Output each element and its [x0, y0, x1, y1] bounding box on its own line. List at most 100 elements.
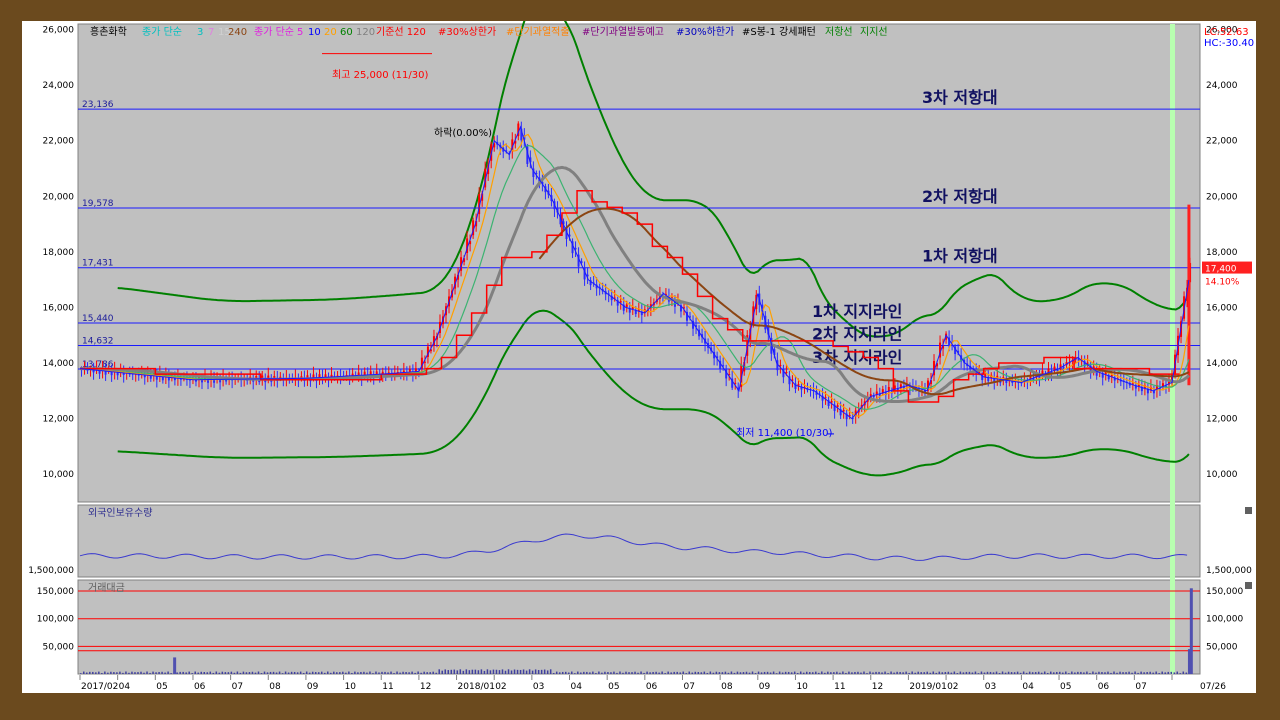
volume-bar: [1080, 671, 1082, 674]
chart-window: 23,136 3차 저항대 19,578 2차 저항대 17,431 1차 저항대 15,4…: [22, 0, 1256, 693]
legend-ma-5: 5: [297, 27, 303, 38]
reference-value: 19,578: [82, 199, 114, 209]
volume-bar: [857, 671, 859, 674]
volume-bar: [592, 671, 594, 674]
volume-bar: [812, 672, 814, 674]
volume-bar: [269, 671, 272, 674]
legend-item-4: #30%하한가: [676, 25, 734, 38]
volume-bar: [1176, 671, 1179, 674]
volume-bar: [561, 671, 564, 674]
legend-item-3: #단기과열발동예고: [582, 26, 664, 38]
volume-panel-bg: [77, 579, 1201, 675]
volume-bar: [531, 670, 534, 674]
volume-bar: [839, 672, 841, 674]
volume-bar: [480, 669, 483, 674]
volume-bar: [543, 669, 546, 674]
volume-bar: [893, 672, 895, 674]
volume-bar: [860, 672, 862, 674]
volume-bar: [324, 672, 326, 674]
volume-y-tick-left: 150,000: [37, 587, 74, 597]
volume-bar: [622, 672, 624, 674]
volume-bar: [293, 671, 296, 674]
volume-bar: [299, 671, 302, 674]
candle-body: [830, 400, 833, 403]
volume-bar: [706, 672, 709, 674]
volume-bar: [456, 670, 459, 674]
price-y-tick-right: 10,000: [1206, 470, 1238, 480]
volume-bar: [842, 671, 844, 674]
volume-bar: [730, 671, 733, 674]
volume-bar: [333, 671, 335, 674]
volume-bar: [721, 672, 724, 674]
volume-bar: [643, 672, 645, 674]
volume-bar: [420, 672, 422, 674]
volume-bar: [1025, 672, 1028, 674]
x-tick-label: 04: [1022, 682, 1034, 692]
volume-bar: [402, 671, 404, 674]
volume-bar: [1059, 671, 1061, 674]
price-y-tick-right: 12,000: [1206, 415, 1238, 425]
volume-bar: [125, 671, 127, 674]
volume-bar: [236, 671, 239, 674]
volume-bar: [104, 671, 106, 674]
volume-bar: [411, 671, 413, 674]
volume-bar: [869, 671, 871, 674]
volume-bar: [182, 671, 184, 674]
volume-bar: [260, 673, 263, 674]
volume-bar: [507, 669, 510, 674]
volume-bar: [1053, 672, 1055, 674]
volume-bar: [263, 671, 266, 674]
volume-bar: [968, 671, 971, 674]
volume-bar: [441, 670, 443, 674]
reference-name: 1차 지지라인: [812, 302, 902, 321]
price-y-tick-right: 18,000: [1206, 248, 1238, 258]
volume-bar: [534, 669, 537, 674]
volume-bar: [435, 672, 437, 674]
volume-bar: [824, 672, 826, 674]
volume-bar: [748, 672, 751, 674]
volume-bar: [697, 671, 700, 674]
drop-annotation: 하락(0.00%): [434, 126, 492, 139]
volume-bar: [911, 671, 913, 674]
foreign-panel-max-button[interactable]: [1245, 507, 1252, 514]
current-day-highlight: [1170, 24, 1175, 674]
current-price: 17,400: [1205, 265, 1237, 275]
volume-bar: [607, 672, 609, 674]
volume-bar: [417, 671, 419, 674]
volume-bar: [116, 672, 118, 674]
volume-panel-max-button[interactable]: [1245, 582, 1252, 589]
volume-bar: [733, 672, 736, 674]
volume-bar: [357, 672, 359, 674]
volume-bar: [1110, 672, 1112, 674]
volume-bar: [372, 673, 374, 674]
volume-bar: [564, 671, 567, 674]
price-y-tick-left: 14,000: [43, 359, 75, 369]
stock-chart[interactable]: 23,136 3차 저항대 19,578 2차 저항대 17,431 1차 저항대 15,4…: [22, 0, 1256, 693]
x-tick-label: 04: [119, 682, 131, 692]
x-tick-label: 12: [872, 682, 883, 692]
volume-bar: [492, 669, 495, 674]
price-y-tick-right: 24,000: [1206, 81, 1238, 91]
volume-bar: [1092, 671, 1094, 674]
volume-bar: [128, 672, 130, 674]
volume-bar: [905, 671, 907, 674]
volume-bar: [477, 670, 480, 674]
volume-bar: [330, 672, 332, 674]
volume-bar: [290, 671, 293, 674]
volume-bar: [474, 669, 477, 674]
volume-bar: [513, 669, 516, 674]
volume-bar: [1104, 672, 1106, 674]
volume-bar: [586, 671, 588, 674]
volume-bar: [574, 673, 576, 674]
reference-value: 23,136: [82, 100, 114, 110]
volume-bar: [149, 672, 151, 674]
volume-bar: [760, 672, 763, 674]
volume-bar: [568, 672, 570, 674]
volume-bar: [504, 670, 507, 674]
volume-bar: [1119, 671, 1121, 674]
price-y-tick-right: 14,000: [1206, 359, 1238, 369]
volume-bar: [516, 669, 519, 674]
volume-bar: [498, 670, 501, 674]
volume-bar: [98, 671, 100, 674]
volume-bar: [953, 671, 956, 674]
